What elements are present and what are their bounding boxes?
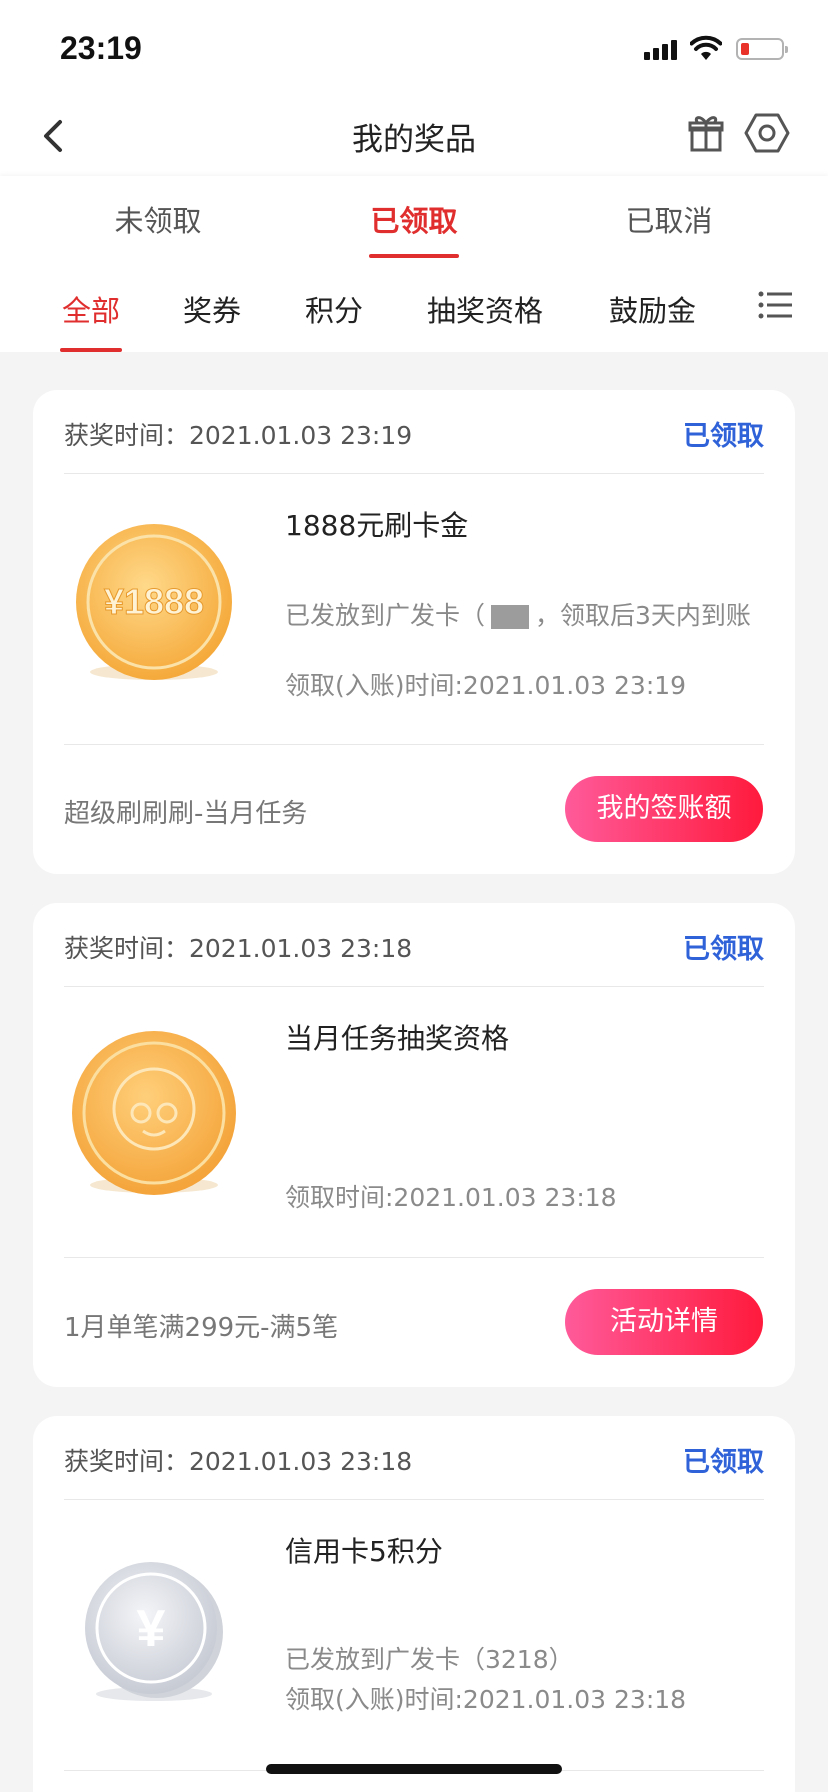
settings-icon[interactable]	[744, 110, 790, 156]
battery-icon	[736, 38, 788, 60]
card-header: 获奖时间：2021.01.03 23:19 已领取	[64, 390, 764, 474]
my-spending-button[interactable]: 我的签账额	[565, 776, 763, 842]
subtab-points[interactable]: 积分	[305, 288, 363, 330]
list-icon[interactable]	[758, 290, 792, 320]
divider	[64, 744, 764, 745]
prize-card[interactable]: 获奖时间：2021.01.03 23:18 已领取 ¥ 信用卡5积分 已发放到广…	[33, 1416, 795, 1792]
nav-bar: 我的奖品	[0, 96, 828, 176]
lottery-coin-icon	[72, 1031, 236, 1195]
gift-icon[interactable]	[686, 112, 726, 156]
subtab-label: 全部	[62, 294, 121, 328]
coin-label: ¥	[137, 1600, 166, 1658]
card-header: 获奖时间：2021.01.03 23:18 已领取	[64, 903, 764, 987]
status-label: 已领取	[683, 421, 764, 452]
tab-cancelled[interactable]: 已取消	[579, 198, 759, 240]
award-time: 获奖时间：2021.01.03 23:18	[64, 1447, 413, 1476]
award-time: 获奖时间：2021.01.03 23:19	[64, 421, 413, 450]
active-subtab-indicator	[60, 348, 123, 352]
silver-coin-icon: ¥	[85, 1562, 223, 1701]
card-header: 获奖时间：2021.01.03 23:18 已领取	[64, 1416, 764, 1500]
tab-label: 已领取	[370, 204, 458, 238]
detail-text: ，领取后3天内到账	[535, 601, 751, 630]
status-bar: 23:19	[0, 0, 828, 96]
prize-name: 信用卡5积分	[285, 1535, 443, 1568]
home-indicator	[266, 1764, 562, 1774]
gold-coin-icon: ¥1888	[76, 524, 232, 680]
coin-label: ¥1888	[104, 581, 204, 622]
award-time: 获奖时间：2021.01.03 23:18	[64, 934, 413, 963]
main-tabs: 未领取 已领取 已取消	[0, 176, 828, 266]
subtab-bonus[interactable]: 鼓励金	[609, 288, 696, 330]
prize-card[interactable]: 获奖时间：2021.01.03 23:19 已领取 ¥1888 1888元刷卡金…	[33, 390, 795, 874]
task-name: 超级刷刷刷-当月任务	[64, 799, 308, 829]
claim-time: 领取(入账)时间:2021.01.03 23:18	[285, 1685, 687, 1714]
active-tab-indicator	[369, 254, 459, 258]
masked-card-number	[491, 605, 530, 629]
subtab-label: 抽奖资格	[427, 294, 544, 328]
tab-label: 未领取	[114, 204, 202, 238]
subtab-label: 积分	[305, 294, 364, 328]
activity-details-button[interactable]: 活动详情	[565, 1289, 763, 1355]
signal-icon	[644, 38, 680, 60]
detail-text: 已发放到广发卡（	[285, 601, 486, 630]
divider	[64, 1257, 764, 1258]
category-tabs: 全部 奖券 积分 抽奖资格 鼓励金	[0, 266, 828, 352]
subtab-all[interactable]: 全部	[60, 288, 123, 352]
tab-claimed[interactable]: 已领取	[324, 198, 504, 258]
subtab-label: 鼓励金	[609, 294, 697, 328]
prize-detail: 已发放到广发卡（ ，领取后3天内到账	[285, 602, 765, 630]
prize-name: 1888元刷卡金	[285, 509, 469, 542]
status-time: 23:19	[60, 30, 142, 66]
status-icons	[644, 34, 794, 64]
tab-label: 已取消	[625, 204, 713, 238]
prize-card[interactable]: 获奖时间：2021.01.03 23:18 已领取 当月任务抽奖资格 领取时间:…	[33, 903, 795, 1387]
claim-time: 领取(入账)时间:2021.01.03 23:19	[285, 671, 687, 700]
subtab-coupons[interactable]: 奖券	[183, 288, 241, 330]
prize-detail: 已发放到广发卡（3218）	[285, 1645, 574, 1674]
subtab-lottery[interactable]: 抽奖资格	[427, 288, 543, 330]
prize-name: 当月任务抽奖资格	[285, 1022, 510, 1055]
claim-time: 领取时间:2021.01.03 23:18	[285, 1183, 617, 1212]
status-label: 已领取	[683, 1447, 764, 1478]
tab-unclaimed[interactable]: 未领取	[68, 198, 248, 240]
subtab-label: 奖券	[183, 294, 242, 328]
wifi-icon	[690, 35, 722, 60]
status-label: 已领取	[683, 934, 764, 965]
task-name: 1月单笔满299元-满5笔	[64, 1313, 339, 1343]
